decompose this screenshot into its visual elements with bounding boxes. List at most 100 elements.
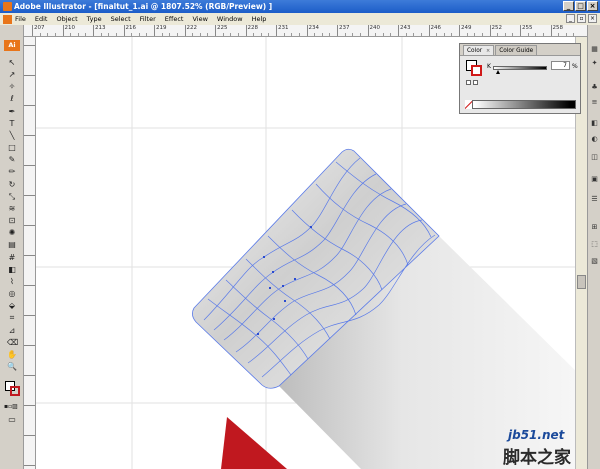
- brushes-panel-icon[interactable]: ✦: [590, 59, 599, 68]
- pen-tool-icon[interactable]: ✒: [7, 107, 17, 117]
- ruler-label: 237: [339, 25, 350, 31]
- lasso-tool-icon[interactable]: ℓ: [7, 94, 17, 104]
- stroke-panel-icon[interactable]: ≡: [590, 98, 599, 107]
- ruler-minor-tick: [85, 33, 87, 36]
- ruler-minor-tick: [237, 33, 239, 36]
- free-transform-tool-icon[interactable]: ⊡: [7, 216, 17, 226]
- menu-effect[interactable]: Effect: [165, 15, 184, 23]
- window-title: Adobe Illustrator - [finaltut_1.ai @ 180…: [14, 2, 273, 11]
- menu-file[interactable]: File: [15, 15, 26, 23]
- rectangle-tool-icon[interactable]: □: [7, 143, 17, 153]
- ruler-label: 240: [369, 25, 381, 31]
- color-spectrum-bar[interactable]: [465, 100, 576, 109]
- menu-help[interactable]: Help: [252, 15, 267, 23]
- document-icon: [3, 15, 12, 24]
- k-slider[interactable]: [493, 66, 547, 70]
- tab-close-icon[interactable]: ×: [486, 48, 490, 54]
- crop-tool-icon[interactable]: ⌗: [7, 313, 17, 323]
- direct-selection-tool-icon[interactable]: ↗: [7, 70, 17, 80]
- ruler-major-tick: [154, 25, 155, 36]
- appearance-panel-icon[interactable]: ◫: [590, 153, 599, 162]
- doc-restore-button[interactable]: ▫: [577, 14, 586, 23]
- ruler-major-tick: [24, 405, 35, 406]
- ruler-minor-tick: [329, 33, 331, 36]
- ruler-label: 255: [522, 25, 533, 31]
- line-tool-icon[interactable]: ╲: [7, 131, 17, 141]
- warp-tool-icon[interactable]: ≋: [7, 204, 17, 214]
- ruler-minor-tick: [54, 33, 56, 36]
- menu-edit[interactable]: Edit: [35, 15, 48, 23]
- red-shape[interactable]: [221, 417, 287, 469]
- ruler-major-tick: [24, 45, 35, 46]
- type-tool-icon[interactable]: T: [7, 119, 17, 129]
- ruler-major-tick: [306, 25, 308, 36]
- scroll-thumb[interactable]: [577, 275, 586, 289]
- mesh-tool-icon[interactable]: #: [7, 253, 17, 263]
- ruler-minor-tick: [260, 33, 262, 36]
- menu-view[interactable]: View: [192, 15, 207, 23]
- doc-minimize-button[interactable]: _: [566, 14, 575, 23]
- rotate-tool-icon[interactable]: ↻: [7, 180, 17, 190]
- ruler-minor-tick: [481, 33, 483, 36]
- align-panel-icon[interactable]: ⊞: [590, 223, 599, 232]
- gradient-panel-icon[interactable]: ◧: [590, 119, 599, 128]
- none-swatch[interactable]: [465, 100, 473, 109]
- symbols-panel-icon[interactable]: ♣: [590, 83, 599, 92]
- slice-tool-icon[interactable]: ⊿: [7, 326, 17, 336]
- swatches-panel-icon[interactable]: ▦: [590, 45, 599, 54]
- color-mode-icons[interactable]: ▪▫▨: [4, 402, 18, 412]
- graphic-styles-panel-icon[interactable]: ▣: [590, 175, 599, 184]
- ruler-minor-tick: [298, 33, 300, 36]
- doc-close-button[interactable]: ×: [588, 14, 597, 23]
- tab-color[interactable]: Color ×: [463, 45, 495, 55]
- out-of-gamut-icon[interactable]: [466, 80, 471, 85]
- tab-color-guide[interactable]: Color Guide: [495, 45, 538, 55]
- eyedropper-tool-icon[interactable]: ⌇: [7, 277, 17, 287]
- ruler-minor-tick: [70, 33, 72, 36]
- k-slider-thumb[interactable]: [496, 70, 500, 74]
- eraser-tool-icon[interactable]: ⌫: [7, 338, 18, 348]
- panel-dock: ▦ ✦ ♣ ≡ ◧ ◐ ◫ ▣ ☰ ⊞ ⬚ ▧: [587, 25, 600, 469]
- menu-object[interactable]: Object: [56, 15, 77, 23]
- web-safe-icon[interactable]: [473, 80, 478, 85]
- ruler-minor-tick: [542, 33, 544, 36]
- ruler-major-tick: [184, 25, 186, 36]
- panel-stroke-swatch[interactable]: [471, 65, 482, 76]
- ruler-label: 252: [491, 25, 503, 31]
- minimize-button[interactable]: _: [563, 1, 574, 11]
- transparency-panel-icon[interactable]: ◐: [590, 135, 599, 144]
- gradient-tool-icon[interactable]: ◧: [7, 265, 17, 275]
- ruler-major-tick: [520, 25, 521, 36]
- ruler-minor-tick: [161, 33, 163, 36]
- scale-tool-icon[interactable]: ⤡: [7, 192, 17, 202]
- symbol-sprayer-tool-icon[interactable]: ✺: [7, 228, 17, 238]
- hand-tool-icon[interactable]: ✋: [7, 350, 17, 360]
- ruler-major-tick: [24, 435, 35, 436]
- magic-wand-tool-icon[interactable]: ✧: [7, 82, 17, 92]
- zoom-tool-icon[interactable]: 🔍: [7, 362, 17, 372]
- ruler-minor-tick: [436, 33, 438, 36]
- menu-filter[interactable]: Filter: [140, 15, 156, 23]
- maximize-button[interactable]: □: [575, 1, 586, 11]
- layers-panel-icon[interactable]: ☰: [590, 195, 599, 204]
- paintbrush-tool-icon[interactable]: ✎: [7, 155, 17, 165]
- stroke-swatch[interactable]: [10, 386, 20, 396]
- menu-select[interactable]: Select: [111, 15, 131, 23]
- live-paint-tool-icon[interactable]: ⬙: [7, 301, 17, 311]
- screen-mode-icon[interactable]: ▭: [7, 415, 17, 425]
- ruler-major-tick: [245, 25, 247, 36]
- menu-type[interactable]: Type: [87, 15, 102, 23]
- transform-panel-icon[interactable]: ⬚: [590, 240, 599, 249]
- menu-window[interactable]: Window: [217, 15, 243, 23]
- pencil-tool-icon[interactable]: ✏: [7, 167, 17, 177]
- close-button[interactable]: ×: [587, 1, 598, 11]
- blend-tool-icon[interactable]: ◎: [7, 289, 17, 299]
- graph-tool-icon[interactable]: ▤: [7, 240, 17, 250]
- k-value-input[interactable]: 7: [551, 61, 570, 70]
- pathfinder-panel-icon[interactable]: ▧: [590, 257, 599, 266]
- illustrator-window: Adobe Illustrator - [finaltut_1.ai @ 180…: [0, 0, 600, 469]
- ruler-minor-tick: [558, 33, 560, 36]
- ruler-major-tick: [123, 25, 125, 36]
- ruler-minor-tick: [47, 33, 49, 36]
- selection-tool-icon[interactable]: ↖: [7, 58, 17, 68]
